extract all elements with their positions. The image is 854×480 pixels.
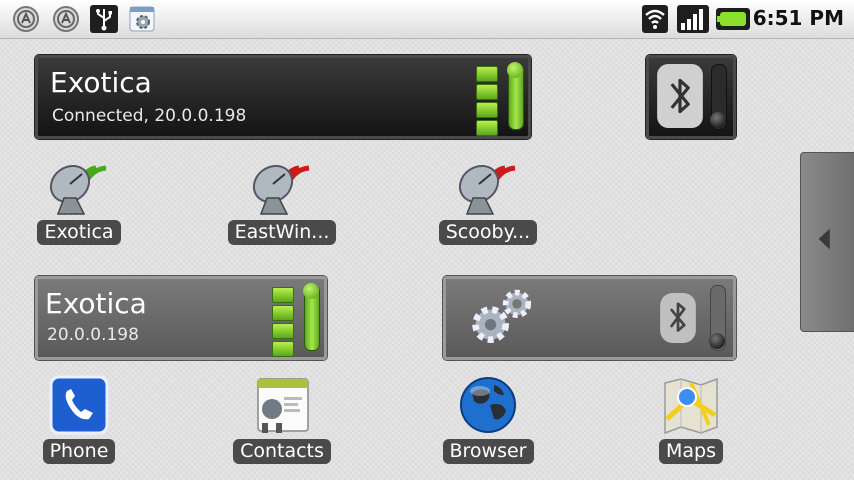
wifi-widget-small[interactable]: Exotica 20.0.0.198 [35, 276, 327, 360]
wifi-ssid: Exotica [50, 66, 152, 99]
app-store-icon [53, 6, 79, 32]
settings-bluetooth-widget[interactable] [443, 276, 736, 360]
wifi-widget-large[interactable]: Exotica Connected, 20.0.0.198 [35, 55, 531, 139]
maps-app[interactable]: Maps [631, 375, 751, 464]
toggle-knob [303, 283, 319, 299]
app-label: Browser [442, 439, 534, 464]
settings-icon [129, 6, 155, 32]
clock: 6:51 PM [752, 6, 844, 30]
signal-icon [677, 5, 709, 33]
toggle-knob [709, 333, 725, 349]
wifi-shortcut-eastwin[interactable]: EastWin... [222, 150, 342, 245]
battery-icon [716, 8, 750, 30]
shortcut-label: Exotica [37, 220, 121, 245]
usb-icon [90, 5, 118, 33]
status-bar[interactable]: 6:51 PM [0, 0, 854, 39]
app-drawer-tab[interactable] [800, 152, 854, 332]
toggle-knob [507, 62, 523, 78]
app-label: Contacts [233, 439, 331, 464]
satellite-dish-icon [458, 164, 516, 215]
bluetooth-widget[interactable] [646, 55, 736, 139]
app-label: Phone [42, 439, 116, 464]
map-icon [664, 377, 718, 435]
signal-strength-bars [272, 287, 294, 359]
globe-icon [460, 377, 516, 433]
wifi-status: Connected, 20.0.0.198 [52, 106, 247, 126]
signal-strength-bars [476, 66, 498, 138]
satellite-dish-icon [49, 164, 107, 215]
bluetooth-icon [660, 293, 696, 343]
wifi-shortcut-exotica[interactable]: Exotica [19, 150, 139, 245]
contacts-icon [257, 378, 309, 433]
shortcut-label: EastWin... [227, 220, 337, 245]
contacts-app[interactable]: Contacts [222, 375, 342, 464]
bluetooth-icon [657, 64, 703, 128]
shortcut-label: Scooby... [438, 220, 538, 245]
app-store-icon [13, 6, 39, 32]
wifi-icon [642, 5, 668, 33]
chevron-left-icon [818, 228, 830, 250]
wifi-ip: 20.0.0.198 [47, 325, 139, 345]
settings-gears-icon [472, 289, 532, 343]
app-label: Maps [659, 439, 723, 464]
satellite-dish-icon [252, 164, 310, 215]
wifi-shortcut-scooby[interactable]: Scooby... [428, 150, 548, 245]
phone-app[interactable]: Phone [19, 375, 139, 464]
toggle-knob [710, 112, 726, 128]
wifi-ssid: Exotica [45, 287, 147, 320]
browser-app[interactable]: Browser [428, 375, 548, 464]
phone-icon [49, 375, 109, 435]
